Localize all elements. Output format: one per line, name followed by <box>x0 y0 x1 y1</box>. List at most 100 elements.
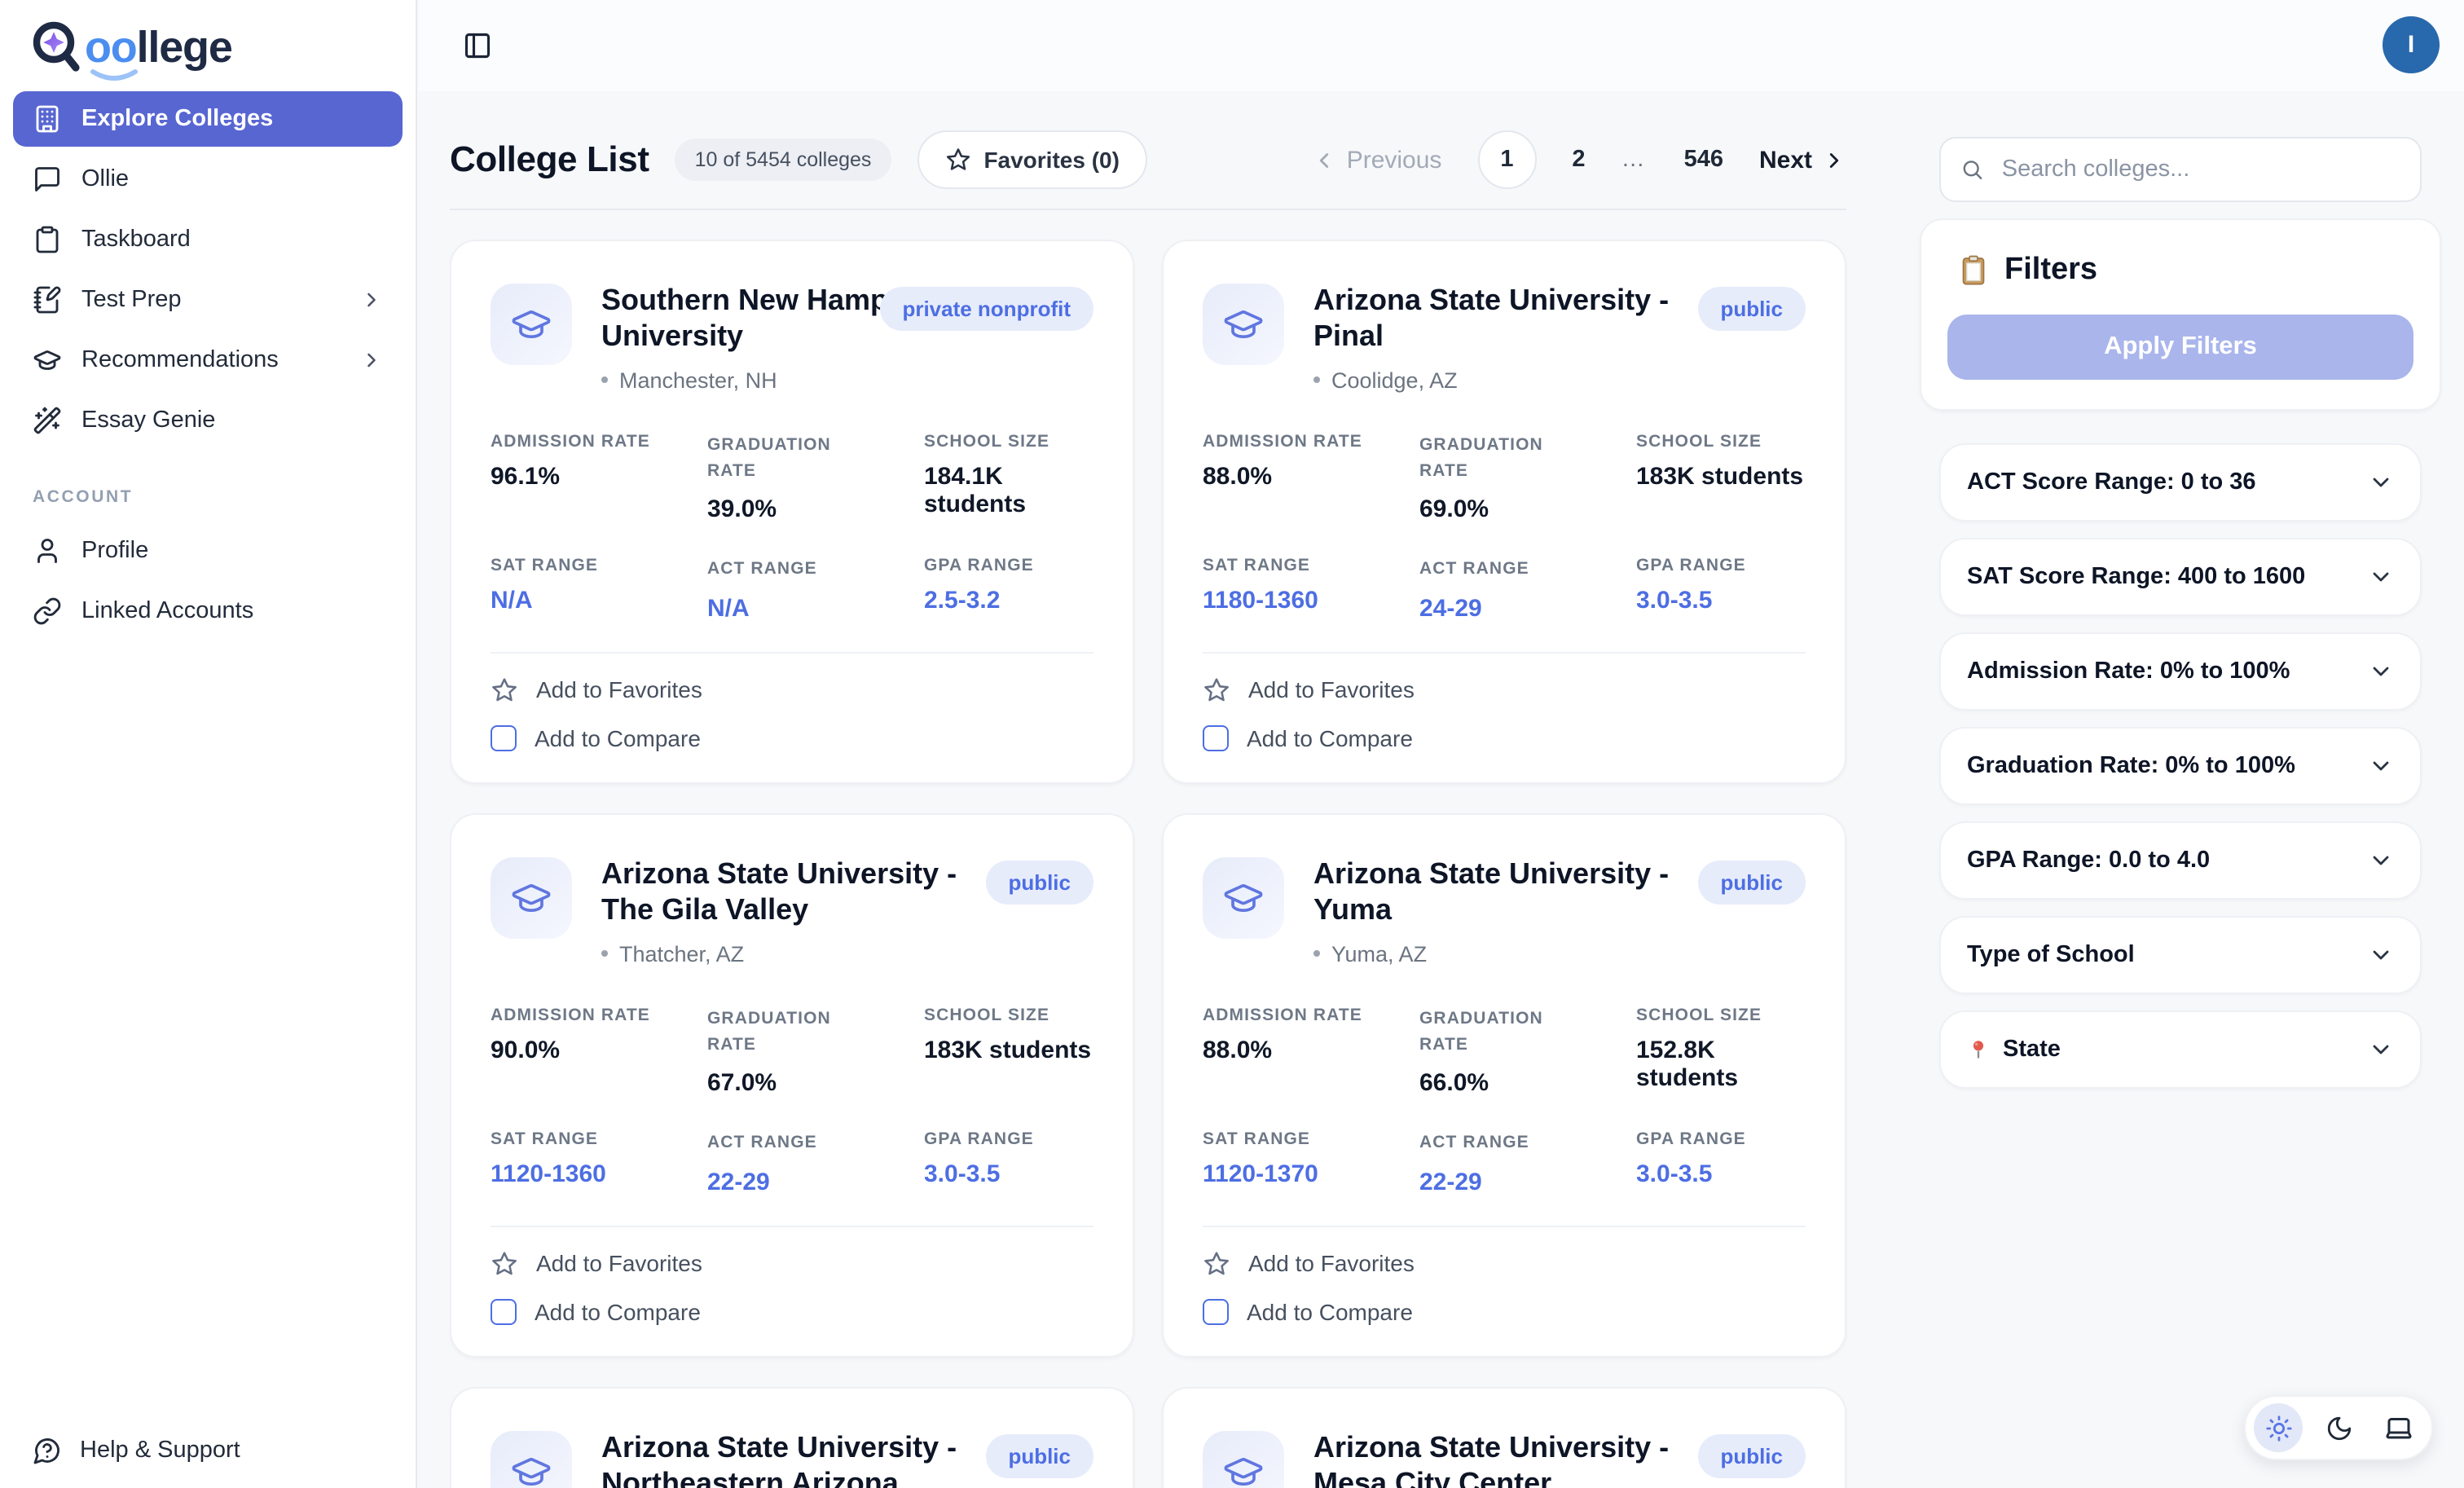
stats-row-bottom: SAT RANGE1120-1370 ACT RANGE22-29 GPA RA… <box>1203 1130 1806 1196</box>
filter-accordion-item[interactable]: Type of School <box>1939 916 2422 994</box>
star-icon <box>944 147 970 173</box>
college-location: Yuma, AZ <box>1313 942 1724 966</box>
result-count-badge: 10 of 5454 colleges <box>675 139 891 181</box>
add-to-favorites-button[interactable]: Add to Favorites <box>1203 676 1806 703</box>
admission-rate-value: 88.0% <box>1203 463 1419 491</box>
sat-range-label: SAT RANGE <box>491 557 707 576</box>
filter-accordion-item[interactable]: Admission Rate: 0% to 100% <box>1939 632 2422 711</box>
sat-range-value: 1120-1360 <box>491 1161 707 1189</box>
chevron-right-icon <box>360 288 383 311</box>
filter-accordion-item[interactable]: State <box>1939 1010 2422 1089</box>
chevron-down-icon <box>2368 942 2394 968</box>
school-size-value: 152.8K students <box>1636 1037 1806 1092</box>
add-to-favorites-button[interactable]: Add to Favorites <box>491 1249 1093 1277</box>
next-page-button[interactable]: Next <box>1759 146 1846 174</box>
filters-title: Filters <box>1957 253 2413 288</box>
app-logo[interactable]: oollege <box>29 15 232 80</box>
school-size-value: 183K students <box>1636 463 1806 491</box>
clipboard-emoji-icon <box>1957 254 1990 287</box>
school-size-label: SCHOOL SIZE <box>1636 432 1806 451</box>
gpa-range-label: GPA RANGE <box>1636 557 1806 576</box>
sidebar-item-ollie[interactable]: Ollie <box>13 152 403 207</box>
help-circle-icon <box>33 1436 62 1465</box>
sat-range-value: 1120-1370 <box>1203 1161 1419 1189</box>
add-to-compare-row[interactable]: Add to Compare <box>491 1298 1093 1324</box>
act-range-label: ACT RANGE <box>1419 557 1569 583</box>
compare-checkbox[interactable] <box>1203 1298 1229 1324</box>
sidebar-item-profile[interactable]: Profile <box>13 523 403 579</box>
sidebar-item-test-prep[interactable]: Test Prep <box>13 272 403 328</box>
magnifier-logo-icon <box>29 16 85 78</box>
college-name: Arizona State University - Northeastern … <box>601 1431 1012 1488</box>
stats-row-top: ADMISSION RATE88.0% GRADUATION RATE66.0%… <box>1203 1006 1806 1098</box>
previous-page-button[interactable]: Previous <box>1313 146 1442 174</box>
compare-checkbox[interactable] <box>491 1298 517 1324</box>
page-button[interactable]: 546 <box>1684 147 1723 173</box>
sidebar-item-explore-colleges[interactable]: Explore Colleges <box>13 91 403 147</box>
college-card[interactable]: private nonprofit Southern New Hampshire… <box>450 240 1134 784</box>
compare-checkbox[interactable] <box>1203 724 1229 751</box>
act-range-value: 22-29 <box>707 1168 924 1195</box>
college-icon-tile <box>491 1431 572 1488</box>
sat-range-label: SAT RANGE <box>491 1130 707 1150</box>
college-card[interactable]: public Arizona State University - Yuma Y… <box>1162 813 1846 1358</box>
star-icon <box>1203 676 1230 703</box>
school-type-badge: private nonprofit <box>879 287 1093 331</box>
act-range-value: 24-29 <box>1419 594 1636 622</box>
search-icon <box>1960 156 1984 183</box>
compare-checkbox[interactable] <box>491 724 517 751</box>
chevron-right-icon <box>360 349 383 372</box>
add-to-compare-row[interactable]: Add to Compare <box>1203 1298 1806 1324</box>
page-button-current[interactable]: 1 <box>1477 130 1536 189</box>
user-avatar[interactable]: I <box>2383 16 2440 73</box>
add-to-compare-row[interactable]: Add to Compare <box>1203 724 1806 751</box>
gpa-range-value: 3.0-3.5 <box>1636 1161 1806 1189</box>
sidebar-toggle-icon[interactable] <box>463 31 492 60</box>
star-icon <box>491 1249 518 1277</box>
college-icon-tile <box>1203 857 1284 939</box>
filter-accordion-item[interactable]: GPA Range: 0.0 to 4.0 <box>1939 821 2422 900</box>
sidebar-item-recommendations[interactable]: Recommendations <box>13 332 403 388</box>
help-support-button[interactable]: Help & Support <box>33 1436 240 1465</box>
college-card[interactable]: public Arizona State University - The Gi… <box>450 813 1134 1358</box>
apply-filters-button[interactable]: Apply Filters <box>1947 315 2413 380</box>
search-input[interactable] <box>1999 155 2400 184</box>
act-range-label: ACT RANGE <box>1419 1130 1569 1157</box>
system-theme-button[interactable] <box>2374 1403 2423 1452</box>
college-card[interactable]: public Arizona State University - Pinal … <box>1162 240 1846 784</box>
light-theme-button[interactable] <box>2254 1403 2303 1452</box>
filter-accordion-list: ACT Score Range: 0 to 36 SAT Score Range… <box>1939 443 2422 1089</box>
add-to-compare-row[interactable]: Add to Compare <box>491 724 1093 751</box>
sidebar-nav: Explore Colleges Ollie Taskboard Test Pr… <box>13 91 403 644</box>
school-size-label: SCHOOL SIZE <box>924 432 1093 451</box>
college-card[interactable]: public Arizona State University - Mesa C… <box>1162 1387 1846 1488</box>
college-name: Arizona State University - The Gila Vall… <box>601 857 1012 929</box>
top-bar <box>419 0 2464 91</box>
sidebar: oollege Explore Colleges Ollie Taskboard <box>0 0 417 1488</box>
filter-accordion-item[interactable]: Graduation Rate: 0% to 100% <box>1939 727 2422 805</box>
sidebar-item-taskboard[interactable]: Taskboard <box>13 212 403 267</box>
page-button[interactable]: 2 <box>1572 147 1585 173</box>
college-name: Arizona State University - Pinal <box>1313 284 1724 355</box>
add-to-favorites-button[interactable]: Add to Favorites <box>491 676 1093 703</box>
filter-accordion-item[interactable]: ACT Score Range: 0 to 36 <box>1939 443 2422 522</box>
pagination: Previous 1 2 … 546 Next <box>1313 130 1846 189</box>
add-to-favorites-button[interactable]: Add to Favorites <box>1203 1249 1806 1277</box>
sidebar-item-linked-accounts[interactable]: Linked Accounts <box>13 583 403 639</box>
school-size-label: SCHOOL SIZE <box>1636 1006 1806 1025</box>
college-card[interactable]: public Arizona State University - Northe… <box>450 1387 1134 1488</box>
college-card-grid: private nonprofit Southern New Hampshire… <box>450 240 1851 1488</box>
gpa-range-value: 3.0-3.5 <box>924 1161 1093 1189</box>
dark-theme-button[interactable] <box>2314 1403 2363 1452</box>
gpa-range-value: 2.5-3.2 <box>924 588 1093 615</box>
admission-rate-value: 96.1% <box>491 463 707 491</box>
sidebar-item-essay-genie[interactable]: Essay Genie <box>13 393 403 448</box>
college-location: Coolidge, AZ <box>1313 368 1724 393</box>
graduation-cap-icon <box>510 303 552 346</box>
magic-wand-icon <box>33 406 62 435</box>
favorites-button[interactable]: Favorites (0) <box>917 130 1147 189</box>
filter-accordion-item[interactable]: SAT Score Range: 400 to 1600 <box>1939 538 2422 616</box>
graduation-cap-icon <box>1222 303 1265 346</box>
college-icon-tile <box>1203 284 1284 365</box>
chat-bubble-icon <box>33 165 62 194</box>
